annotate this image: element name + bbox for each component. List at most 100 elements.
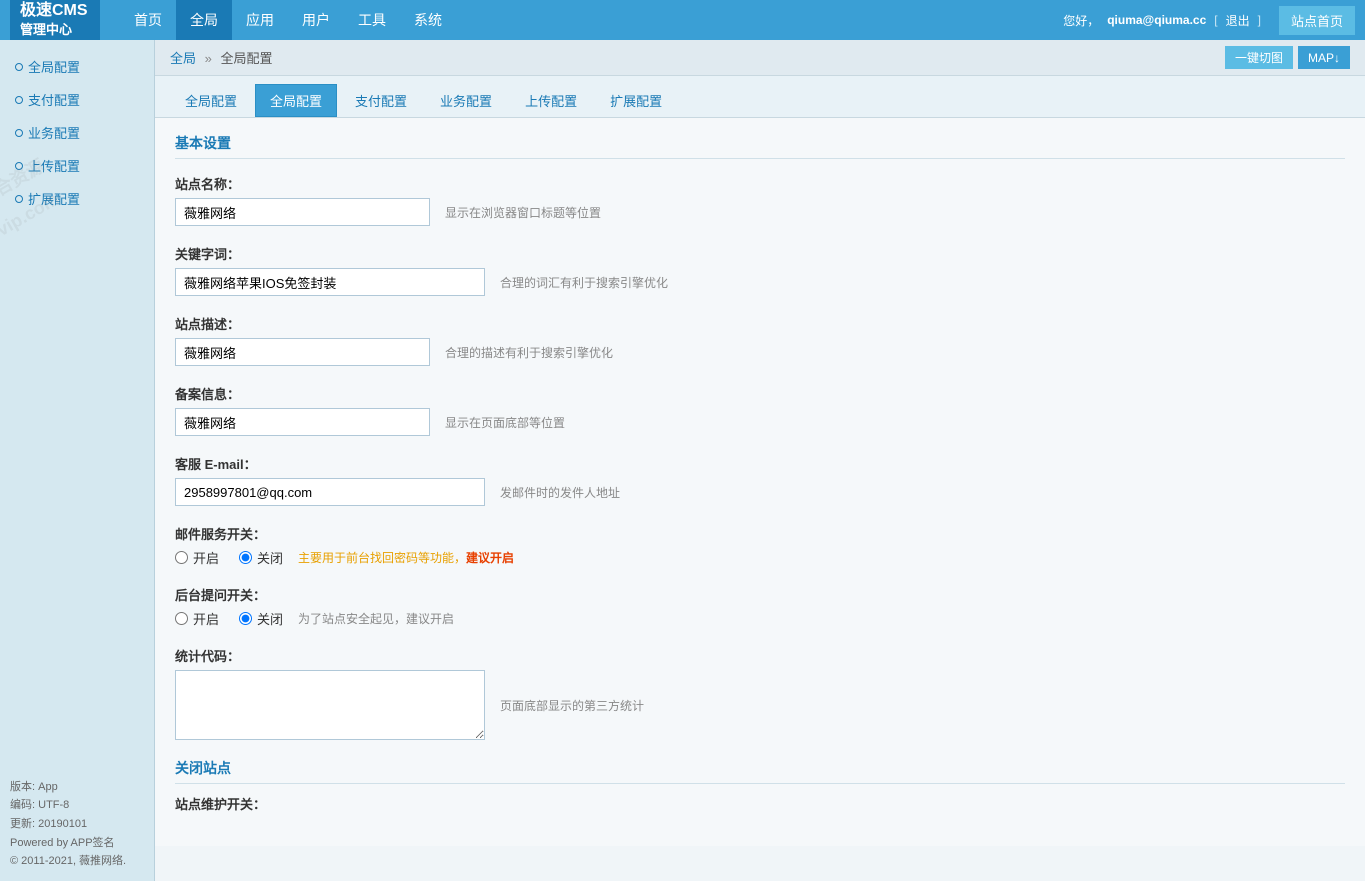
footer-powered-by: Powered by APP签名 [10,834,126,853]
backend-prompt-open-radio[interactable] [175,612,188,625]
keywords-row: 关键字词： 合理的词汇有利于搜索引擎优化 [175,244,1345,296]
mail-service-open-radio[interactable] [175,551,188,564]
nav-tools[interactable]: 工具 [344,0,400,40]
mail-service-open-label: 开启 [193,548,219,567]
mail-service-radio-group: 开启 关闭 [175,548,283,567]
subtab-business-config[interactable]: 业务配置 [425,84,507,117]
mail-service-hint-orange: 主要用于前台找回密码等功能， [298,551,466,565]
mail-service-close[interactable]: 关闭 [239,548,283,567]
breadcrumb-bar: 全局 » 全局配置 一键切图 MAP↓ [155,40,1365,76]
close-section-header: 关闭站点 [175,758,1345,784]
icp-hint: 显示在页面底部等位置 [445,414,565,431]
site-home-button[interactable]: 站点首页 [1279,6,1355,35]
site-name-row: 站点名称： 显示在浏览器窗口标题等位置 [175,174,1345,226]
backend-prompt-close[interactable]: 关闭 [239,609,283,628]
description-row: 站点描述： 合理的描述有利于搜索引擎优化 [175,314,1345,366]
sub-tabs-bar: 全局配置 全局配置 支付配置 业务配置 上传配置 扩展配置 [155,76,1365,118]
mail-service-row: 邮件服务开关： 开启 关闭 主要用于前台找回密码等功能，建议开启 [175,524,1345,567]
icp-input[interactable] [175,408,430,436]
sidebar-label-business-config: 业务配置 [28,123,80,142]
form-area: 基本设置 站点名称： 显示在浏览器窗口标题等位置 关键字词： 合理的词汇有利于搜… [155,118,1365,846]
top-navbar: 极速CMS 管理中心 首页 全局 应用 用户 工具 系统 您好， qiuma@qi… [0,0,1365,40]
sidebar-item-payment-config[interactable]: 支付配置 [0,83,154,116]
mail-service-close-radio[interactable] [239,551,252,564]
breadcrumb-actions: 一键切图 MAP↓ [1225,46,1350,69]
sidebar-label-upload-config: 上传配置 [28,156,80,175]
logo-line2: 管理中心 [20,22,90,39]
backend-prompt-close-radio[interactable] [239,612,252,625]
sidebar-dot [15,162,23,170]
breadcrumb: 全局 » 全局配置 [170,48,273,67]
nav-apps[interactable]: 应用 [232,0,288,40]
backend-prompt-label: 后台提问开关： [175,585,1345,604]
sidebar-dot [15,96,23,104]
stats-code-row: 统计代码： 页面底部显示的第三方统计 [175,646,1345,740]
sidebar: 淘宝综合资源vip.com 全局配置 支付配置 业务配置 上传配置 扩展配置 版… [0,40,155,881]
logo: 极速CMS 管理中心 [10,0,100,43]
switch-button[interactable]: 一键切图 [1225,46,1293,69]
username: qiuma@qiuma.cc [1107,13,1206,27]
description-label: 站点描述： [175,314,1345,333]
sidebar-item-extension-config[interactable]: 扩展配置 [0,182,154,215]
description-input[interactable] [175,338,430,366]
breadcrumb-parent[interactable]: 全局 [170,51,196,66]
email-input[interactable] [175,478,485,506]
subtab-payment-config[interactable]: 支付配置 [340,84,422,117]
basic-section-header: 基本设置 [175,133,1345,159]
backend-prompt-hint: 为了站点安全起见，建议开启 [298,610,454,627]
keywords-input[interactable] [175,268,485,296]
icp-label: 备案信息： [175,384,1345,403]
sidebar-dot [15,63,23,71]
site-name-input[interactable] [175,198,430,226]
backend-prompt-open[interactable]: 开启 [175,609,219,628]
main-nav: 首页 全局 应用 用户 工具 系统 [120,0,1063,40]
sidebar-label-global-config: 全局配置 [28,57,80,76]
sidebar-footer: 版本: App 编码: UTF-8 更新: 20190101 Powered b… [10,778,126,871]
mail-service-hint-red: 建议开启 [466,551,514,565]
keywords-label: 关键字词： [175,244,1345,263]
subtab-global-config-1[interactable]: 全局配置 [170,84,252,117]
user-greeting: 您好， [1063,12,1099,29]
main-content: 全局 » 全局配置 一键切图 MAP↓ 全局配置 全局配置 支付配置 业务配置 … [155,40,1365,881]
logo-line1: 极速CMS [20,1,90,22]
sidebar-item-upload-config[interactable]: 上传配置 [0,149,154,182]
map-button[interactable]: MAP↓ [1298,46,1350,69]
stats-code-textarea[interactable] [175,670,485,740]
backend-prompt-radio-group: 开启 关闭 [175,609,283,628]
subtab-extension-config[interactable]: 扩展配置 [595,84,677,117]
icp-row: 备案信息： 显示在页面底部等位置 [175,384,1345,436]
site-name-label: 站点名称： [175,174,1345,193]
description-hint: 合理的描述有利于搜索引擎优化 [445,344,613,361]
subtab-upload-config[interactable]: 上传配置 [510,84,592,117]
mail-service-close-label: 关闭 [257,548,283,567]
footer-update: 更新: 20190101 [10,815,126,834]
email-label: 客服 E-mail： [175,454,1345,473]
nav-system[interactable]: 系统 [400,0,456,40]
footer-encoding: 编码: UTF-8 [10,796,126,815]
breadcrumb-current: 全局配置 [221,51,273,66]
sidebar-label-extension-config: 扩展配置 [28,189,80,208]
backend-prompt-close-label: 关闭 [257,609,283,628]
sidebar-label-payment-config: 支付配置 [28,90,80,109]
nav-users[interactable]: 用户 [288,0,344,40]
sidebar-dot [15,129,23,137]
user-info: 您好，qiuma@qiuma.cc [退出] 站点首页 [1063,6,1355,35]
stats-code-label: 统计代码： [175,646,1345,665]
email-row: 客服 E-mail： 发邮件时的发件人地址 [175,454,1345,506]
nav-global[interactable]: 全局 [176,0,232,40]
nav-home[interactable]: 首页 [120,0,176,40]
sidebar-dot [15,195,23,203]
sidebar-item-business-config[interactable]: 业务配置 [0,116,154,149]
stats-code-hint: 页面底部显示的第三方统计 [500,697,644,714]
footer-version: 版本: App [10,778,126,797]
mail-service-open[interactable]: 开启 [175,548,219,567]
keywords-hint: 合理的词汇有利于搜索引擎优化 [500,274,668,291]
backend-prompt-open-label: 开启 [193,609,219,628]
site-name-hint: 显示在浏览器窗口标题等位置 [445,204,601,221]
logout-link[interactable]: 退出 [1226,12,1250,29]
page-layout: 淘宝综合资源vip.com 全局配置 支付配置 业务配置 上传配置 扩展配置 版… [0,40,1365,881]
subtab-global-config-2[interactable]: 全局配置 [255,84,337,117]
site-maintenance-label: 站点维护开关： [175,794,1345,813]
sidebar-item-global-config[interactable]: 全局配置 [0,50,154,83]
backend-prompt-row: 后台提问开关： 开启 关闭 为了站点安全起见，建议开启 [175,585,1345,628]
